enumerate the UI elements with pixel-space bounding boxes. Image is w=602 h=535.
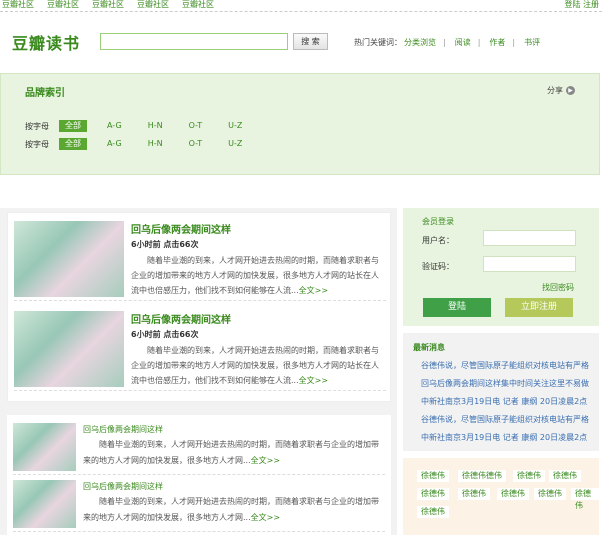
- keyword-divider: |: [477, 38, 481, 47]
- tag-link[interactable]: 徐德伟: [513, 470, 545, 482]
- article-excerpt-text: 随着毕业潮的到来，人才网开始进去热闹的时期，而随着求职者与企业的增加带来的地方人…: [83, 497, 379, 522]
- tag-link[interactable]: 徐德伟: [534, 488, 566, 500]
- featured-articles-panel: 回乌后像两会期间这样 6小时前 点击66次 随着毕业潮的到来，人才网开始进去热闹…: [7, 212, 391, 402]
- site-logo[interactable]: 豆瓣读书: [12, 30, 80, 54]
- read-more-link[interactable]: 全文>>: [299, 286, 328, 295]
- tag-link[interactable]: 徐德伟: [417, 488, 449, 500]
- latest-news-panel: 最新消息 谷德伟说，尽管国际原子能组织对核电站有严格 回乌后像两会期间这样集中时…: [403, 333, 599, 451]
- share-label: 分享: [547, 86, 563, 95]
- article-title[interactable]: 回乌后像两会期间这样: [83, 424, 163, 435]
- letter-filter-all[interactable]: 全部: [59, 138, 87, 150]
- hot-keyword[interactable]: 书评: [524, 37, 540, 48]
- top-bar: 豆瓣社区 豆瓣社区 豆瓣社区 豆瓣社区 豆瓣社区 登陆 注册: [0, 0, 602, 12]
- brand-index-title: 品牌索引: [25, 88, 65, 99]
- brand-index-panel: 品牌索引 分享 ▶ 按字母 全部 A-G H-N O-T U-Z 按字母 全部 …: [0, 73, 600, 175]
- article-excerpt: 随着毕业潮的到来，人才网开始进去热闹的时期，而随着求职者与企业的增加带来的地方人…: [83, 437, 383, 469]
- article-item: 回乌后像两会期间这样 6小时前 点击66次 随着毕业潮的到来，人才网开始进去热闹…: [14, 221, 386, 301]
- letter-filter-h-n[interactable]: H-N: [142, 120, 169, 132]
- captcha-field[interactable]: [483, 256, 576, 272]
- article-excerpt: 随着毕业潮的到来，人才网开始进去热闹的时期，而随着求职者与企业的增加带来的地方人…: [83, 494, 383, 526]
- read-more-link[interactable]: 全文>>: [299, 376, 328, 385]
- community-link[interactable]: 豆瓣社区: [182, 0, 214, 10]
- news-item[interactable]: 回乌后像两会期间这样集中时间关注这里不易做: [421, 378, 593, 389]
- tag-link[interactable]: 徐德伟: [417, 506, 449, 518]
- letter-filter-h-n[interactable]: H-N: [142, 138, 169, 150]
- article-excerpt-text: 随着毕业潮的到来，人才网开始进去热闹的时期，而随着求职者与企业的增加带来的地方人…: [83, 440, 379, 465]
- letter-filter-all[interactable]: 全部: [59, 120, 87, 132]
- article-meta: 6小时前 点击66次: [131, 240, 199, 249]
- chevron-right-icon: ▶: [566, 86, 575, 95]
- read-more-link[interactable]: 全文>>: [251, 513, 280, 522]
- article-excerpt: 随着毕业潮的到来，人才网开始进去热闹的时期，而随着求职者与企业的增加带来的地方人…: [131, 343, 384, 388]
- article-list-panel: 回乌后像两会期间这样 随着毕业潮的到来，人才网开始进去热闹的时期，而随着求职者与…: [7, 415, 391, 535]
- hot-keywords-label: 热门关键词：: [354, 38, 402, 47]
- username-field[interactable]: [483, 230, 576, 246]
- community-link[interactable]: 豆瓣社区: [92, 0, 124, 10]
- read-more-link[interactable]: 全文>>: [251, 456, 280, 465]
- tag-link[interactable]: 徐德伟: [549, 470, 581, 482]
- news-item[interactable]: 中新社南京3月19日电 记者 康纲 20日凌晨2点: [421, 432, 593, 443]
- letter-filter-row: 按字母 全部 A-G H-N O-T U-Z: [25, 138, 262, 150]
- hot-keyword[interactable]: 分类浏览: [404, 37, 436, 48]
- article-meta: 6小时前 点击66次: [131, 330, 199, 339]
- search-input[interactable]: [100, 33, 288, 50]
- article-thumbnail[interactable]: [13, 423, 76, 471]
- article-title[interactable]: 回乌后像两会期间这样: [131, 311, 231, 326]
- member-login-panel: 会员登录 用户名： 验证码： 找回密码 登陆 立即注册: [403, 208, 599, 326]
- login-register-link[interactable]: 登陆 注册: [564, 0, 599, 10]
- hot-keyword[interactable]: 作者: [489, 37, 505, 48]
- keyword-divider: |: [512, 38, 516, 47]
- letter-filter-row: 按字母 全部 A-G H-N O-T U-Z: [25, 120, 262, 132]
- letter-filter-o-t[interactable]: O-T: [183, 138, 209, 150]
- article-excerpt-text: 随着毕业潮的到来，人才网开始进去热闹的时期，而随着求职者与企业的增加带来的地方人…: [131, 346, 379, 385]
- tag-link[interactable]: 徐德伟: [417, 470, 449, 482]
- news-item[interactable]: 谷德伟说，尽管国际原子能组织对核电站有严格: [421, 360, 593, 371]
- article-item: 回乌后像两会期间这样 随着毕业潮的到来，人才网开始进去热闹的时期，而随着求职者与…: [13, 480, 385, 532]
- letter-filter-label: 按字母: [25, 139, 49, 149]
- article-item: 回乌后像两会期间这样 随着毕业潮的到来，人才网开始进去热闹的时期，而随着求职者与…: [13, 423, 385, 475]
- letter-filter-a-g[interactable]: A-G: [101, 138, 128, 150]
- news-item[interactable]: 中新社南京3月19日电 记者 康纲 20日凌晨2点: [421, 396, 593, 407]
- letter-filter-o-t[interactable]: O-T: [183, 120, 209, 132]
- news-item[interactable]: 谷德伟说，尽管国际原子能组织对核电站有严格: [421, 414, 593, 425]
- login-heading: 会员登录: [422, 217, 454, 226]
- community-link[interactable]: 豆瓣社区: [137, 0, 169, 10]
- tag-link[interactable]: 徐德伟: [571, 488, 599, 510]
- article-title[interactable]: 回乌后像两会期间这样: [83, 481, 163, 492]
- article-thumbnail[interactable]: [14, 221, 124, 297]
- news-heading: 最新消息: [413, 343, 445, 352]
- community-link[interactable]: 豆瓣社区: [2, 0, 34, 10]
- article-item: 回乌后像两会期间这样 6小时前 点击66次 随着毕业潮的到来，人才网开始进去热闹…: [14, 311, 386, 391]
- hot-keywords: 热门关键词： 分类浏览 | 阅读 | 作者 | 书评: [354, 37, 540, 48]
- login-button[interactable]: 登陆: [423, 298, 491, 317]
- captcha-label: 验证码：: [422, 262, 454, 271]
- tag-link[interactable]: 徐德伟德伟: [458, 470, 506, 482]
- tag-link[interactable]: 徐德伟: [458, 488, 490, 500]
- share-link[interactable]: 分享 ▶: [547, 85, 575, 96]
- article-thumbnail[interactable]: [14, 311, 124, 387]
- username-label: 用户名：: [422, 236, 454, 245]
- search-button[interactable]: 搜 索: [293, 33, 328, 50]
- community-links: 豆瓣社区 豆瓣社区 豆瓣社区 豆瓣社区 豆瓣社区: [2, 0, 214, 10]
- hot-keyword[interactable]: 阅读: [455, 37, 471, 48]
- tag-cloud-panel: 徐德伟 徐德伟德伟 徐德伟 徐德伟 徐德伟 徐德伟 徐德伟 徐德伟 徐德伟 徐德…: [403, 458, 599, 535]
- keyword-divider: |: [443, 38, 446, 47]
- register-button[interactable]: 立即注册: [505, 298, 573, 317]
- article-excerpt: 随着毕业潮的到来，人才网开始进去热闹的时期，而随着求职者与企业的增加带来的地方人…: [131, 253, 384, 298]
- letter-filter-u-z[interactable]: U-Z: [222, 138, 248, 150]
- tag-link[interactable]: 徐德伟: [497, 488, 529, 500]
- article-title[interactable]: 回乌后像两会期间这样: [131, 221, 231, 236]
- letter-filter-u-z[interactable]: U-Z: [222, 120, 248, 132]
- letter-filter-label: 按字母: [25, 121, 49, 131]
- article-excerpt-text: 随着毕业潮的到来，人才网开始进去热闹的时期，而随着求职者与企业的增加带来的地方人…: [131, 256, 379, 295]
- community-link[interactable]: 豆瓣社区: [47, 0, 79, 10]
- forgot-password-link[interactable]: 找回密码: [542, 282, 574, 293]
- letter-filter-a-g[interactable]: A-G: [101, 120, 128, 132]
- article-thumbnail[interactable]: [13, 480, 76, 528]
